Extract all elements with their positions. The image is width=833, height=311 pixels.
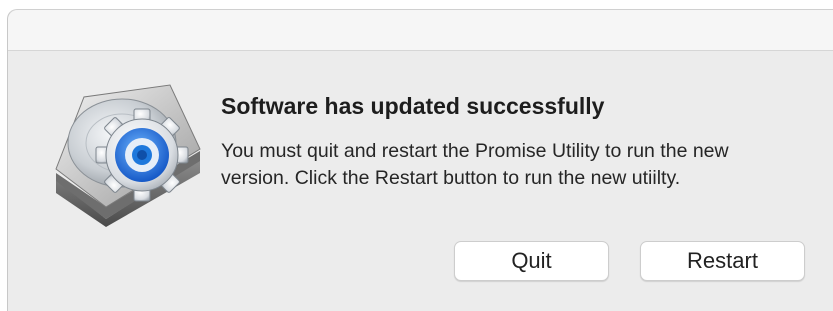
promise-utility-icon (48, 77, 208, 227)
dialog-heading: Software has updated successfully (221, 93, 605, 119)
quit-button[interactable]: Quit (454, 241, 609, 281)
dialog-message: You must quit and restart the Promise Ut… (221, 140, 729, 189)
update-dialog: Software has updated successfully You mu… (7, 9, 833, 311)
dialog-titlebar (8, 10, 833, 51)
restart-button[interactable]: Restart (640, 241, 805, 281)
